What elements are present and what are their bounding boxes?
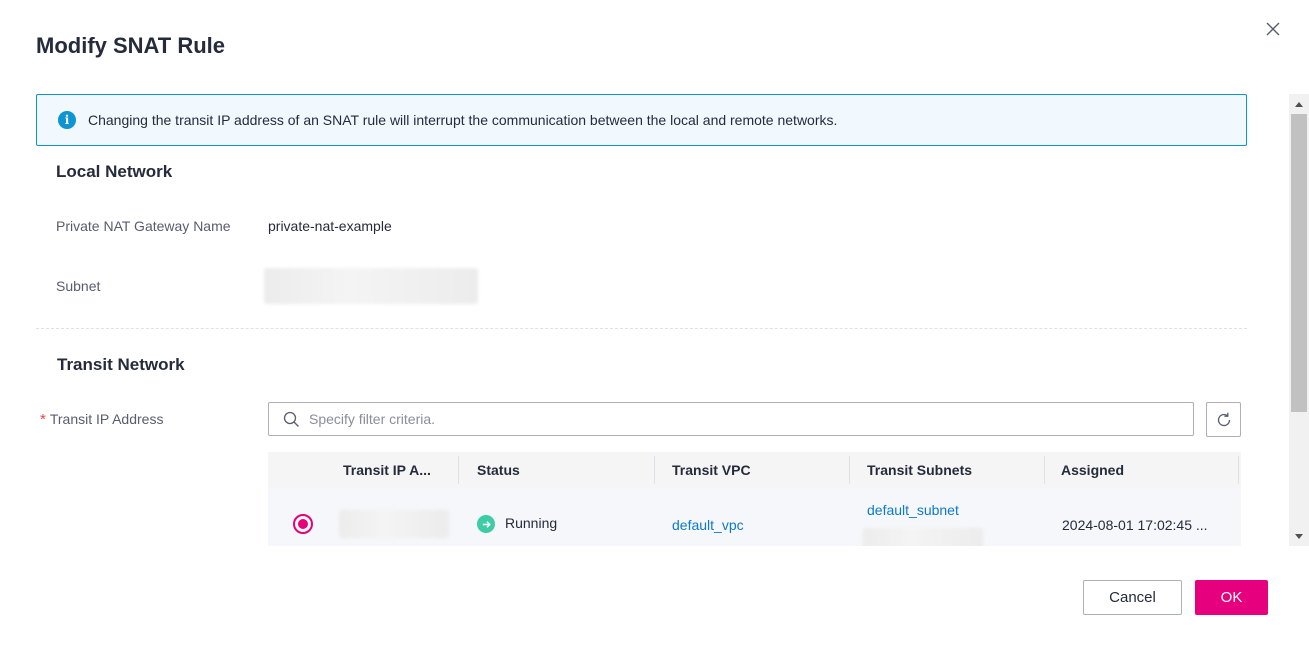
refresh-icon (1217, 412, 1230, 426)
chevron-down-icon (1295, 533, 1303, 539)
transit-ip-label: * Transit IP Address (40, 411, 163, 428)
subnet-link[interactable]: default_subnet (867, 502, 959, 518)
column-header-transit-ip[interactable]: Transit IP A... (343, 452, 453, 488)
transit-ip-value-redacted (339, 510, 449, 538)
column-separator (1238, 456, 1239, 484)
refresh-button[interactable] (1206, 402, 1241, 437)
status-text: Running (505, 515, 558, 531)
column-header-status: Status (477, 462, 520, 478)
filter-search-input[interactable] (309, 411, 1193, 427)
local-network-title: Local Network (56, 162, 173, 181)
column-header-transit-vpc: Transit VPC (672, 462, 751, 478)
ok-button[interactable]: OK (1195, 580, 1268, 615)
radio-selected-dot (298, 519, 308, 529)
transit-ip-label-text: Transit IP Address (49, 411, 164, 427)
modify-snat-dialog: Modify SNAT Rule i Changing the transit … (0, 0, 1309, 652)
close-button[interactable] (1262, 18, 1284, 40)
column-separator (458, 456, 459, 484)
info-icon: i (58, 111, 76, 129)
gateway-name-label: Private NAT Gateway Name (56, 218, 231, 234)
subnet-value-redacted (264, 268, 478, 304)
arrow-right-circle-icon (477, 515, 495, 534)
table-header: Transit IP A... Status Transit VPC Trans… (268, 452, 1241, 488)
subnet-cidr-redacted (863, 528, 983, 546)
cancel-button[interactable]: Cancel (1083, 580, 1182, 615)
close-icon (1266, 22, 1280, 36)
dialog-title: Modify SNAT Rule (36, 33, 226, 58)
scroll-down-arrow[interactable] (1289, 526, 1309, 546)
section-divider (36, 328, 1247, 329)
search-icon (283, 411, 299, 427)
filter-search-box[interactable] (268, 402, 1194, 436)
table-row[interactable]: Running default_vpc default_subnet 2024-… (268, 488, 1241, 546)
chevron-up-icon (1295, 101, 1303, 107)
column-separator (1044, 456, 1045, 484)
vpc-link[interactable]: default_vpc (672, 517, 744, 533)
info-banner-text: Changing the transit IP address of an SN… (88, 112, 838, 128)
status-cell: Running (477, 515, 558, 534)
column-separator (849, 456, 850, 484)
column-header-assigned: Assigned (1061, 462, 1125, 478)
subnet-label: Subnet (56, 278, 101, 294)
transit-network-title: Transit Network (57, 355, 185, 374)
info-banner: i Changing the transit IP address of an … (36, 94, 1247, 146)
gateway-name-value: private-nat-example (268, 218, 392, 234)
row-select-radio[interactable] (293, 514, 313, 534)
scroll-up-arrow[interactable] (1289, 94, 1309, 114)
dialog-body: i Changing the transit IP address of an … (0, 94, 1289, 546)
assigned-time: 2024-08-01 17:02:45 ... (1062, 517, 1208, 533)
required-mark: * (40, 411, 46, 428)
column-separator (654, 456, 655, 484)
vertical-scrollbar[interactable] (1289, 94, 1309, 546)
column-header-transit-subnets: Transit Subnets (867, 462, 973, 478)
scrollbar-thumb[interactable] (1291, 114, 1307, 412)
transit-ip-table: Transit IP A... Status Transit VPC Trans… (268, 452, 1241, 546)
